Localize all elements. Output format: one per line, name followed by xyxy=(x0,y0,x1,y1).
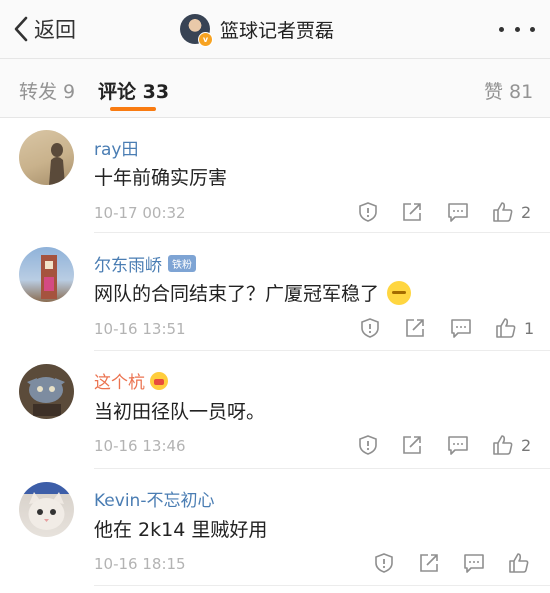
comment-item: 这个杭 当初田径队一员呀。 10-16 13:46 2 xyxy=(0,351,550,469)
thumbs-up-icon[interactable] xyxy=(508,552,530,574)
comment-reply-icon[interactable] xyxy=(447,434,469,456)
comment-username[interactable]: 这个杭 xyxy=(94,368,168,393)
sleepy-face-emoji-icon xyxy=(387,280,412,305)
fan-badge: 铁粉 xyxy=(168,255,196,272)
comment-reply-icon[interactable] xyxy=(447,201,469,223)
comment-text-content: 网队的合同结束了？广厦冠军稳了 xyxy=(94,283,380,305)
user-avatar-image xyxy=(28,492,65,530)
divider xyxy=(94,232,550,233)
page-title: 篮球记者贾磊 xyxy=(220,19,335,42)
page-header[interactable]: v 篮球记者贾磊 xyxy=(180,13,335,47)
report-icon[interactable] xyxy=(357,434,379,456)
comment-username[interactable]: 尔东雨峤 铁粉 xyxy=(94,251,196,276)
vip-emoji-icon xyxy=(150,371,168,390)
comment-text: 他在 2k14 里贼好用 xyxy=(94,519,268,541)
comment-reply-icon[interactable] xyxy=(463,552,485,574)
comment-text: 当初田径队一员呀。 xyxy=(94,401,266,423)
report-icon[interactable] xyxy=(373,552,395,574)
thumbs-up-icon[interactable] xyxy=(492,201,514,223)
comment-item: 尔东雨峤 铁粉 网队的合同结束了？广厦冠军稳了 10-16 13:51 1 xyxy=(0,234,550,351)
comment-username-text: 尔东雨峤 xyxy=(94,256,162,276)
comment-text: 网队的合同结束了？广厦冠军稳了 xyxy=(94,279,412,306)
user-avatar-image xyxy=(41,255,57,299)
verified-badge-icon: v xyxy=(198,32,213,47)
comment-item: ray田 十年前确实厉害 10-17 00:32 2 xyxy=(0,118,550,234)
comment-actions xyxy=(0,552,550,576)
comment-actions: 2 xyxy=(0,434,550,458)
divider xyxy=(94,585,550,586)
like-count: 1 xyxy=(524,319,535,338)
like-count: 2 xyxy=(521,203,532,222)
comment-actions: 1 xyxy=(0,317,550,341)
more-dot-icon xyxy=(499,26,504,32)
user-avatar-image xyxy=(27,377,65,416)
avatar[interactable] xyxy=(19,130,74,185)
tab-comments[interactable]: 评论 33 xyxy=(98,77,169,104)
back-label: 返回 xyxy=(34,18,76,42)
comment-username-text: 这个杭 xyxy=(94,373,145,393)
report-icon[interactable] xyxy=(359,317,381,339)
comment-actions: 2 xyxy=(0,201,550,225)
avatar: v xyxy=(180,14,213,47)
comment-username[interactable]: ray田 xyxy=(94,135,138,160)
tab-bar: 转发 9 评论 33 赞 81 xyxy=(0,59,550,118)
tab-likes[interactable]: 赞 81 xyxy=(484,77,533,104)
avatar[interactable] xyxy=(19,482,74,537)
avatar[interactable] xyxy=(19,364,74,419)
active-tab-indicator xyxy=(110,107,156,111)
chevron-left-icon xyxy=(14,16,28,42)
thumbs-up-icon[interactable] xyxy=(495,317,517,339)
tab-repost[interactable]: 转发 9 xyxy=(19,77,75,104)
more-dot-icon xyxy=(514,26,520,32)
share-icon[interactable] xyxy=(404,317,426,339)
like-count: 2 xyxy=(521,436,532,455)
avatar[interactable] xyxy=(19,247,74,302)
navigation-bar: 返回 v 篮球记者贾磊 xyxy=(0,0,550,59)
share-icon[interactable] xyxy=(401,201,423,223)
share-icon[interactable] xyxy=(401,434,423,456)
share-icon[interactable] xyxy=(418,552,440,574)
user-avatar-image xyxy=(49,143,65,185)
more-options-button[interactable] xyxy=(499,20,535,38)
comment-item: Kevin-不忘初心 他在 2k14 里贼好用 10-16 18:15 xyxy=(0,469,550,593)
back-button[interactable]: 返回 xyxy=(12,14,76,44)
more-dot-icon xyxy=(530,26,535,32)
report-icon[interactable] xyxy=(357,201,379,223)
comment-text: 十年前确实厉害 xyxy=(94,167,228,189)
comment-reply-icon[interactable] xyxy=(450,317,472,339)
thumbs-up-icon[interactable] xyxy=(492,434,514,456)
comment-username[interactable]: Kevin-不忘初心 xyxy=(94,486,214,511)
